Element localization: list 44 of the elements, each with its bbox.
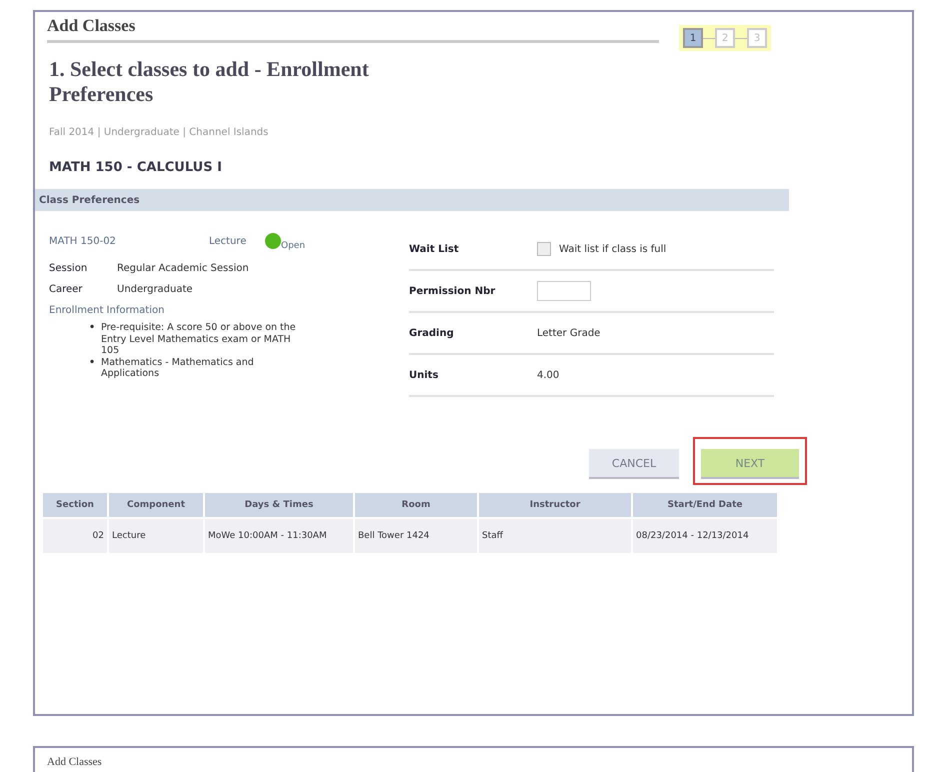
column-header: Component <box>108 492 204 518</box>
table-cell: Staff <box>478 518 632 554</box>
status-label: Open <box>281 241 306 252</box>
step-tab[interactable]: 3 <box>747 28 767 48</box>
table-cell: 02 <box>42 518 108 554</box>
class-component: Lecture <box>209 236 248 247</box>
enrollment-info-label: Enrollment Information <box>49 305 166 316</box>
column-header: Days & Times <box>204 492 354 518</box>
table-cell: Lecture <box>108 518 204 554</box>
field-value: Letter Grade <box>537 328 600 339</box>
permission-number-field[interactable] <box>537 281 591 302</box>
table-cell: Bell Tower 1424 <box>354 518 478 554</box>
cancel-button[interactable]: CANCEL <box>589 449 679 480</box>
field-value: 4.00 <box>537 370 560 381</box>
next-button[interactable]: NEXT <box>701 449 799 480</box>
detail-label: Session <box>49 263 88 274</box>
column-header: Section <box>42 492 108 518</box>
checkbox-label: Wait list if class is full <box>559 244 666 255</box>
field-label: Permission Nbr <box>409 286 496 297</box>
wait-list-checkbox[interactable] <box>537 242 551 256</box>
step-tab[interactable]: 2 <box>715 28 735 48</box>
enrollment-info-item: Mathematics - Mathematics and Applications <box>101 356 255 380</box>
panel-title: Add Classes <box>47 756 102 768</box>
table-cell: MoWe 10:00AM - 11:30AM <box>204 518 354 554</box>
field-label: Units <box>409 370 440 381</box>
detail-label: Career <box>49 284 84 296</box>
detail-value: Undergraduate <box>117 284 193 296</box>
bullet: • <box>89 322 96 334</box>
class-section: MATH 150-02 <box>49 236 209 247</box>
field-label: Grading <box>409 328 455 339</box>
step-tab[interactable]: 1 <box>683 28 703 48</box>
course-title: MATH 150 - CALCULUS I <box>49 160 223 176</box>
bullet: • <box>89 356 96 368</box>
column-header: Room <box>354 492 478 518</box>
panel-title: Add Classes <box>47 16 136 35</box>
detail-value: Regular Academic Session <box>117 263 249 274</box>
field-label: Wait List <box>409 244 460 255</box>
page-heading: 1. Select classes to add - Enrollment Preferences <box>49 57 370 108</box>
column-header: Start/End Date <box>632 492 778 518</box>
table-cell: 08/23/2014 - 12/13/2014 <box>632 518 778 554</box>
term-context: Fall 2014 | Undergraduate | Channel Islands <box>49 127 270 138</box>
section-header: Class Preferences <box>35 189 789 212</box>
column-header: Instructor <box>478 492 632 518</box>
enrollment-info-item: Pre-requisite: A score 50 or above on the Entry Level Mathematics exam or MATH 105 <box>101 322 297 357</box>
